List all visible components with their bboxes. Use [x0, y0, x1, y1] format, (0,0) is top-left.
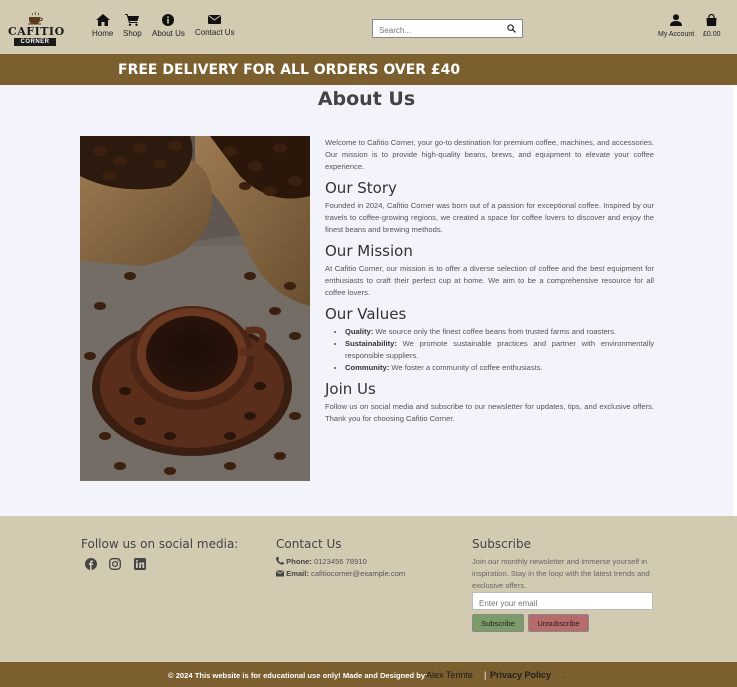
value-text: We source only the finest coffee beans f…: [373, 327, 617, 336]
email-address[interactable]: cafitiocorner@example.com: [309, 569, 405, 578]
home-icon: [95, 14, 110, 26]
copyright-bar: © 2024 This website is for educational u…: [0, 662, 737, 687]
my-account-link[interactable]: My Account: [658, 14, 694, 38]
subscribe-heading: Subscribe: [472, 537, 531, 551]
contact-phone: Phone: 0123456 78910: [275, 557, 367, 566]
end-dot: .: [562, 670, 565, 680]
nav-home-label: Home: [92, 29, 114, 38]
my-account-label: My Account: [658, 31, 695, 38]
page-title: About Us: [317, 88, 416, 110]
subscribe-button[interactable]: Subscribe: [472, 614, 524, 632]
phone-label: Phone:: [286, 557, 312, 566]
subscribe-description: Join our monthly newsletter and immerse …: [472, 557, 650, 590]
logo-subtext: CORNER: [14, 38, 56, 46]
value-term: Quality:: [345, 327, 374, 336]
search-box: [372, 19, 523, 39]
search-icon[interactable]: [507, 24, 516, 33]
mission-heading: Our Mission: [325, 242, 413, 260]
instagram-icon[interactable]: [109, 557, 122, 570]
delivery-banner-text: FREE DELIVERY FOR ALL ORDERS OVER £40: [118, 62, 461, 78]
join-text: Follow us on social media and subscribe …: [325, 402, 654, 423]
mission-text: At Cafitio Corner, our mission is to off…: [325, 264, 654, 297]
nav-about[interactable]: About Us: [152, 14, 185, 38]
author-link[interactable]: Alex Terinte: [426, 670, 473, 680]
coffee-hero-image: [80, 136, 310, 481]
site-logo[interactable]: CAFITIO CORNER: [8, 12, 65, 46]
email-field-wrapper: [472, 592, 653, 612]
envelope-icon: [208, 15, 222, 24]
page-edge: [733, 85, 737, 516]
values-heading: Our Values: [325, 305, 407, 323]
nav-about-label: About Us: [152, 29, 185, 38]
email-label: Email:: [286, 569, 309, 578]
value-text: We foster a community of coffee enthusia…: [389, 363, 543, 372]
value-term: Community:: [345, 363, 390, 372]
cart-link[interactable]: £0.00: [703, 14, 721, 38]
unsubscribe-button[interactable]: Unsubscribe: [528, 614, 589, 632]
phone-icon: [275, 557, 284, 565]
site-header: CAFITIO CORNER Home Shop About Us Contac…: [0, 0, 737, 54]
nav-contact-label: Contact Us: [195, 28, 235, 37]
join-heading: Join Us: [325, 380, 376, 398]
delivery-banner: FREE DELIVERY FOR ALL ORDERS OVER £40: [0, 54, 737, 85]
story-heading: Our Story: [325, 179, 397, 197]
list-item: Quality: We source only the finest coffe…: [345, 326, 654, 338]
social-heading: Follow us on social media:: [81, 537, 239, 551]
list-item: Sustainability: We promote sustainable p…: [345, 338, 654, 362]
info-icon: [162, 14, 175, 26]
site-footer: Follow us on social media: Contact Us Ph…: [0, 516, 737, 662]
envelope-icon: [276, 570, 284, 577]
privacy-policy-link[interactable]: Privacy Policy: [490, 670, 551, 680]
story-text: Founded in 2024, Cafitio Corner was born…: [325, 201, 654, 234]
search-input[interactable]: [373, 22, 501, 39]
contact-heading: Contact Us: [276, 537, 342, 551]
contact-email: Email: cafitiocorner@example.com: [276, 569, 405, 578]
nav-shop-label: Shop: [123, 29, 142, 38]
value-term: Sustainability:: [345, 339, 397, 348]
values-list: Quality: We source only the finest coffe…: [325, 326, 654, 374]
cart-total: £0.00: [703, 31, 721, 38]
cart-icon: [125, 14, 140, 26]
email-field[interactable]: [473, 595, 652, 612]
shopping-bag-icon: [706, 14, 717, 26]
copyright-text: © 2024 This website is for educational u…: [168, 671, 428, 680]
nav-home[interactable]: Home: [92, 14, 113, 38]
facebook-icon[interactable]: [85, 557, 97, 570]
list-item: Community: We foster a community of coff…: [345, 362, 654, 374]
logo-text: CAFITIO: [8, 25, 65, 38]
intro-text: Welcome to Cafitio Corner, your go-to de…: [325, 138, 654, 171]
nav-contact[interactable]: Contact Us: [195, 14, 235, 37]
coffee-cup-icon: [28, 12, 43, 25]
separator: |: [484, 670, 487, 680]
user-icon: [670, 14, 683, 26]
phone-number[interactable]: 0123456 78910: [312, 557, 367, 566]
about-content: Welcome to Cafitio Corner, your go-to de…: [325, 137, 654, 425]
linkedin-icon[interactable]: [133, 557, 146, 570]
social-links: [85, 557, 154, 575]
nav-shop[interactable]: Shop: [123, 14, 142, 38]
